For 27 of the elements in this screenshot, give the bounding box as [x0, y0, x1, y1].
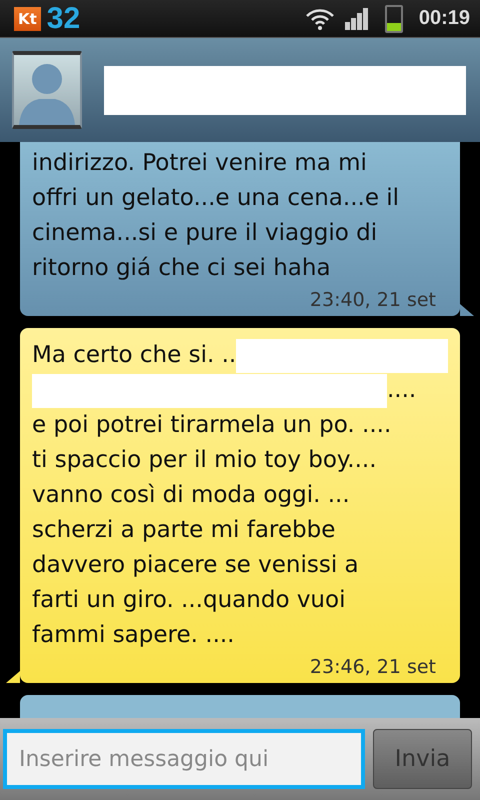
- message-text: e poi potrei tirarmela un po. ....: [32, 411, 392, 440]
- message-bubble[interactable]: indirizzo. Potrei venire ma mi offri un gelato...e una cena...e il cinema...si e pure il viaggio di ritorno giá che ci sei haha 23:40, 21 set: [20, 142, 460, 316]
- message-text: indirizzo. Potrei venire ma mi: [32, 149, 367, 178]
- message-text: vanno così di moda oggi. ...: [32, 481, 350, 510]
- signal-icon: [344, 8, 369, 30]
- app-badge-icon: Kt: [14, 6, 41, 30]
- message-text: scherzi a parte mi farebbe: [32, 516, 336, 545]
- bubble-tail-icon: [6, 671, 20, 683]
- contact-avatar[interactable]: [12, 51, 82, 129]
- message-text: davvero piacere se venissi a: [32, 551, 359, 580]
- message-text: farti un giro. ...quando vuoi: [32, 586, 346, 615]
- message-text: cinema...si e pure il viaggio di: [32, 219, 378, 248]
- message-text: offri un gelato...e una cena...e il: [32, 184, 400, 213]
- message-text: fammi sapere. ....: [32, 621, 234, 650]
- message-text: Ma certo che si. ..: [32, 341, 236, 370]
- clock: 00:19: [418, 7, 470, 30]
- bubble-tail-icon: [460, 304, 474, 316]
- message-time: 23:46, 21 set: [308, 655, 437, 680]
- notification-count: 32: [46, 2, 80, 36]
- message-time: 23:40, 21 set: [308, 288, 437, 313]
- wifi-icon: [304, 6, 335, 30]
- message-text: ....: [387, 376, 416, 405]
- message-text: ti spaccio per il mio toy boy....: [32, 446, 377, 475]
- battery-icon: [384, 4, 403, 32]
- message-input[interactable]: Inserire messaggio qui: [3, 729, 365, 789]
- message-text: ritorno giá che ci sei haha: [32, 254, 331, 283]
- message-bubble[interactable]: [20, 328, 460, 683]
